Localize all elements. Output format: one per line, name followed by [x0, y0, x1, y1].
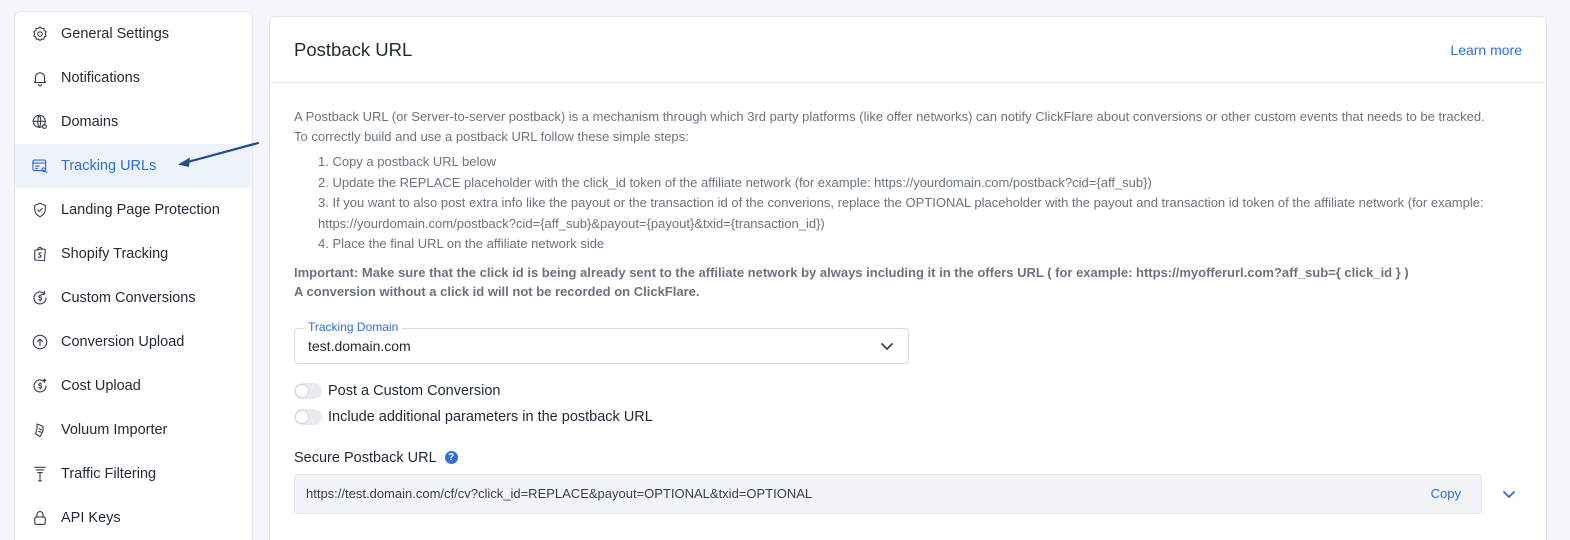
postback-url-card: Postback URL Learn more A Postback URL (…: [269, 16, 1547, 540]
toggle-label: Post a Custom Conversion: [328, 382, 501, 399]
sidebar-item-label: General Settings: [61, 26, 170, 42]
sidebar-item-label: Conversion Upload: [61, 334, 185, 350]
sidebar-item-label: Tracking URLs: [61, 158, 157, 174]
shield-check-icon: [31, 201, 49, 219]
secure-postback-label: Secure Postback URL: [294, 449, 437, 466]
important-line-2: A conversion without a click id will not…: [294, 284, 700, 299]
description-line-1: A Postback URL (or Server-to-server post…: [294, 109, 1485, 124]
step-item: 4. Place the final URL on the affiliate …: [318, 236, 605, 251]
sidebar-item-label: Shopify Tracking: [61, 246, 169, 262]
additional-params-toggle-row: Include additional parameters in the pos…: [294, 404, 1522, 430]
settings-sidebar: General Settings Notifications Domains T…: [14, 11, 253, 540]
postback-url-field[interactable]: https://test.domain.com/cf/cv?click_id=R…: [294, 473, 1482, 514]
card-header: Postback URL Learn more: [270, 17, 1546, 83]
learn-more-link[interactable]: Learn more: [1450, 42, 1522, 58]
sidebar-item-general-settings[interactable]: General Settings: [15, 12, 252, 56]
tracking-domain-label: Tracking Domain: [304, 319, 403, 334]
custom-conversion-toggle-row: Post a Custom Conversion: [294, 378, 1522, 404]
chevron-down-icon: [880, 339, 894, 353]
sidebar-item-label: Landing Page Protection: [61, 202, 220, 218]
sidebar-item-label: Domains: [61, 114, 119, 130]
upload-circle-icon: [31, 333, 49, 351]
lock-icon: [31, 509, 49, 527]
chevron-down-icon[interactable]: [1502, 487, 1516, 501]
description-line-2: To correctly build and use a postback UR…: [294, 128, 689, 144]
tracking-domain-value: test.domain.com: [308, 337, 411, 354]
postback-url-text: https://test.domain.com/cf/cv?click_id=R…: [306, 486, 813, 501]
shopify-bag-icon: [31, 245, 49, 263]
sidebar-item-notifications[interactable]: Notifications: [15, 56, 252, 100]
sidebar-item-voluum-importer[interactable]: Voluum Importer: [15, 408, 252, 452]
sidebar-item-shopify-tracking[interactable]: Shopify Tracking: [15, 232, 252, 276]
sidebar-item-landing-page-protection[interactable]: Landing Page Protection: [15, 188, 252, 232]
sidebar-item-label: Traffic Filtering: [61, 466, 157, 482]
steps-list: 1. Copy a postback URL below 2. Update t…: [318, 152, 1522, 255]
sidebar-item-api-keys[interactable]: API Keys: [15, 496, 252, 540]
additional-params-toggle[interactable]: [294, 408, 322, 425]
sidebar-item-conversion-upload[interactable]: Conversion Upload: [15, 320, 252, 364]
import-icon: [31, 421, 49, 439]
postback-url-row: https://test.domain.com/cf/cv?click_id=R…: [294, 473, 1522, 514]
important-line-1: Important: Make sure that the click id i…: [294, 264, 1409, 280]
secure-postback-heading: Secure Postback URL ?: [294, 450, 1522, 466]
sidebar-item-traffic-filtering[interactable]: Traffic Filtering: [15, 452, 252, 496]
custom-conversion-toggle[interactable]: [294, 382, 322, 399]
help-icon[interactable]: ?: [444, 451, 458, 464]
sidebar-item-label: API Keys: [61, 510, 121, 526]
tracking-browser-icon: [31, 157, 49, 175]
page-title: Postback URL: [294, 38, 413, 60]
tracking-domain-select[interactable]: Tracking Domain test.domain.com: [294, 319, 909, 364]
dollar-refresh-icon: [31, 289, 49, 307]
sidebar-item-label: Notifications: [61, 70, 140, 86]
annotation-arrow-icon: [178, 141, 260, 167]
toggle-group: Post a Custom Conversion Include additio…: [294, 378, 1522, 430]
sidebar-item-cost-upload[interactable]: Cost Upload: [15, 364, 252, 408]
dollar-upload-icon: [31, 377, 49, 395]
important-note: Important: Make sure that the click id i…: [294, 263, 1522, 302]
step-item: 2. Update the REPLACE placeholder with t…: [318, 174, 1152, 190]
bell-icon: [31, 69, 49, 87]
step-item: 1. Copy a postback URL below: [318, 154, 497, 169]
sidebar-item-label: Voluum Importer: [61, 422, 168, 438]
sidebar-item-custom-conversions[interactable]: Custom Conversions: [15, 276, 252, 320]
toggle-label: Include additional parameters in the pos…: [328, 408, 653, 425]
sidebar-item-label: Cost Upload: [61, 378, 141, 394]
step-item: 3. If you want to also post extra info l…: [318, 195, 1484, 231]
description: A Postback URL (or Server-to-server post…: [294, 107, 1522, 146]
filter-icon: [31, 465, 49, 483]
gear-icon: [31, 25, 49, 43]
copy-button[interactable]: Copy: [1431, 486, 1461, 501]
card-body: A Postback URL (or Server-to-server post…: [270, 83, 1546, 514]
globe-icon: [31, 113, 49, 131]
sidebar-item-label: Custom Conversions: [61, 290, 196, 306]
